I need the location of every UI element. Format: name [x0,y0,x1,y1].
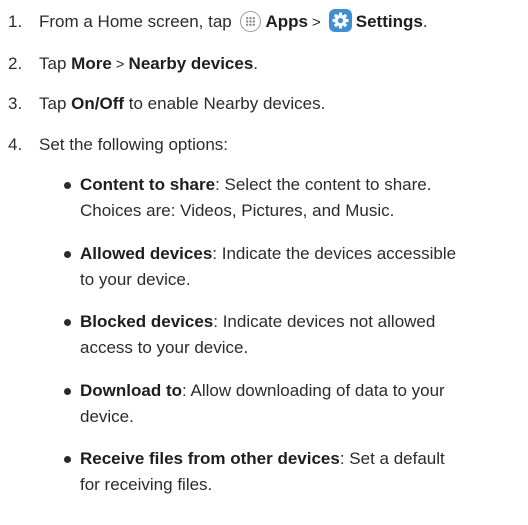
step-2: 2. Tap More > Nearby devices. [8,51,258,77]
option-line-1: Allowed devices: Indicate the devices ac… [80,241,526,267]
bullet-dot [64,251,71,258]
step-prefix: Tap [39,54,67,73]
bullet-dot [64,456,71,463]
option-line-2: to your device. [80,270,191,289]
step-suffix: . [422,12,428,31]
option-term: Blocked devices [80,312,214,331]
separator: > [115,56,125,73]
step-3: 3. Tap On/Off to enable Nearby devices. [8,91,325,117]
option-desc: : Select the content to share. [215,175,432,194]
option-receive-files: Receive files from other devices: Set a … [64,446,526,498]
option-desc: : Indicate the devices accessible [212,244,457,263]
option-line-1: Receive files from other devices: Set a … [80,446,526,472]
nearby-devices-label: Nearby devices [128,54,254,73]
step-text: Tap On/Off to enable Nearby devices. [39,91,325,117]
step-text: Set the following options: [39,135,229,154]
bullet-dot [64,388,71,395]
separator: > [311,14,321,31]
option-term: Allowed devices [80,244,213,263]
option-term: Download to [80,381,182,400]
step-text: From a Home screen, tap Apps > Settings. [39,9,428,36]
step-number: 3. [8,94,23,113]
step-suffix: to enable Nearby devices. [128,94,326,113]
option-line-2: device. [80,407,134,426]
more-label: More [71,54,112,73]
apps-grid-icon [240,11,262,32]
step-prefix: Tap [39,94,67,113]
option-line-1: Blocked devices: Indicate devices not al… [80,309,526,335]
option-line-2: Choices are: Videos, Pictures, and Music… [80,201,395,220]
option-line-2: for receiving files. [80,475,213,494]
gear-icon [328,9,352,32]
option-term: Content to share [80,175,216,194]
option-line-1: Download to: Allow downloading of data t… [80,378,526,404]
step-1: 1. From a Home screen, tap Apps > Settin… [8,9,428,35]
apps-label: Apps [265,12,308,31]
option-desc: : Indicate devices not allowed [213,312,436,331]
bullet-dot [64,319,71,326]
step-number: 1. [8,12,23,31]
bullet-dot [64,182,71,189]
option-line-2: access to your device. [80,338,249,357]
option-blocked-devices: Blocked devices: Indicate devices not al… [64,309,526,361]
option-download-to: Download to: Allow downloading of data t… [64,378,526,430]
step-number: 2. [8,54,23,73]
option-desc: : Allow downloading of data to your [181,381,445,400]
step-prefix: From a Home screen, tap [39,12,232,31]
option-content-to-share: Content to share: Select the content to … [64,172,526,224]
step-text: Tap More > Nearby devices. [39,51,258,78]
on-off-label: On/Off [71,94,125,113]
option-line-1: Content to share: Select the content to … [80,172,526,198]
step-suffix: . [253,54,259,73]
option-allowed-devices: Allowed devices: Indicate the devices ac… [64,241,526,293]
option-desc: : Set a default [339,449,445,468]
step-number: 4. [8,135,23,154]
step-4: 4. Set the following options: [8,132,228,158]
settings-label: Settings [355,12,423,31]
option-term: Receive files from other devices [80,449,340,468]
